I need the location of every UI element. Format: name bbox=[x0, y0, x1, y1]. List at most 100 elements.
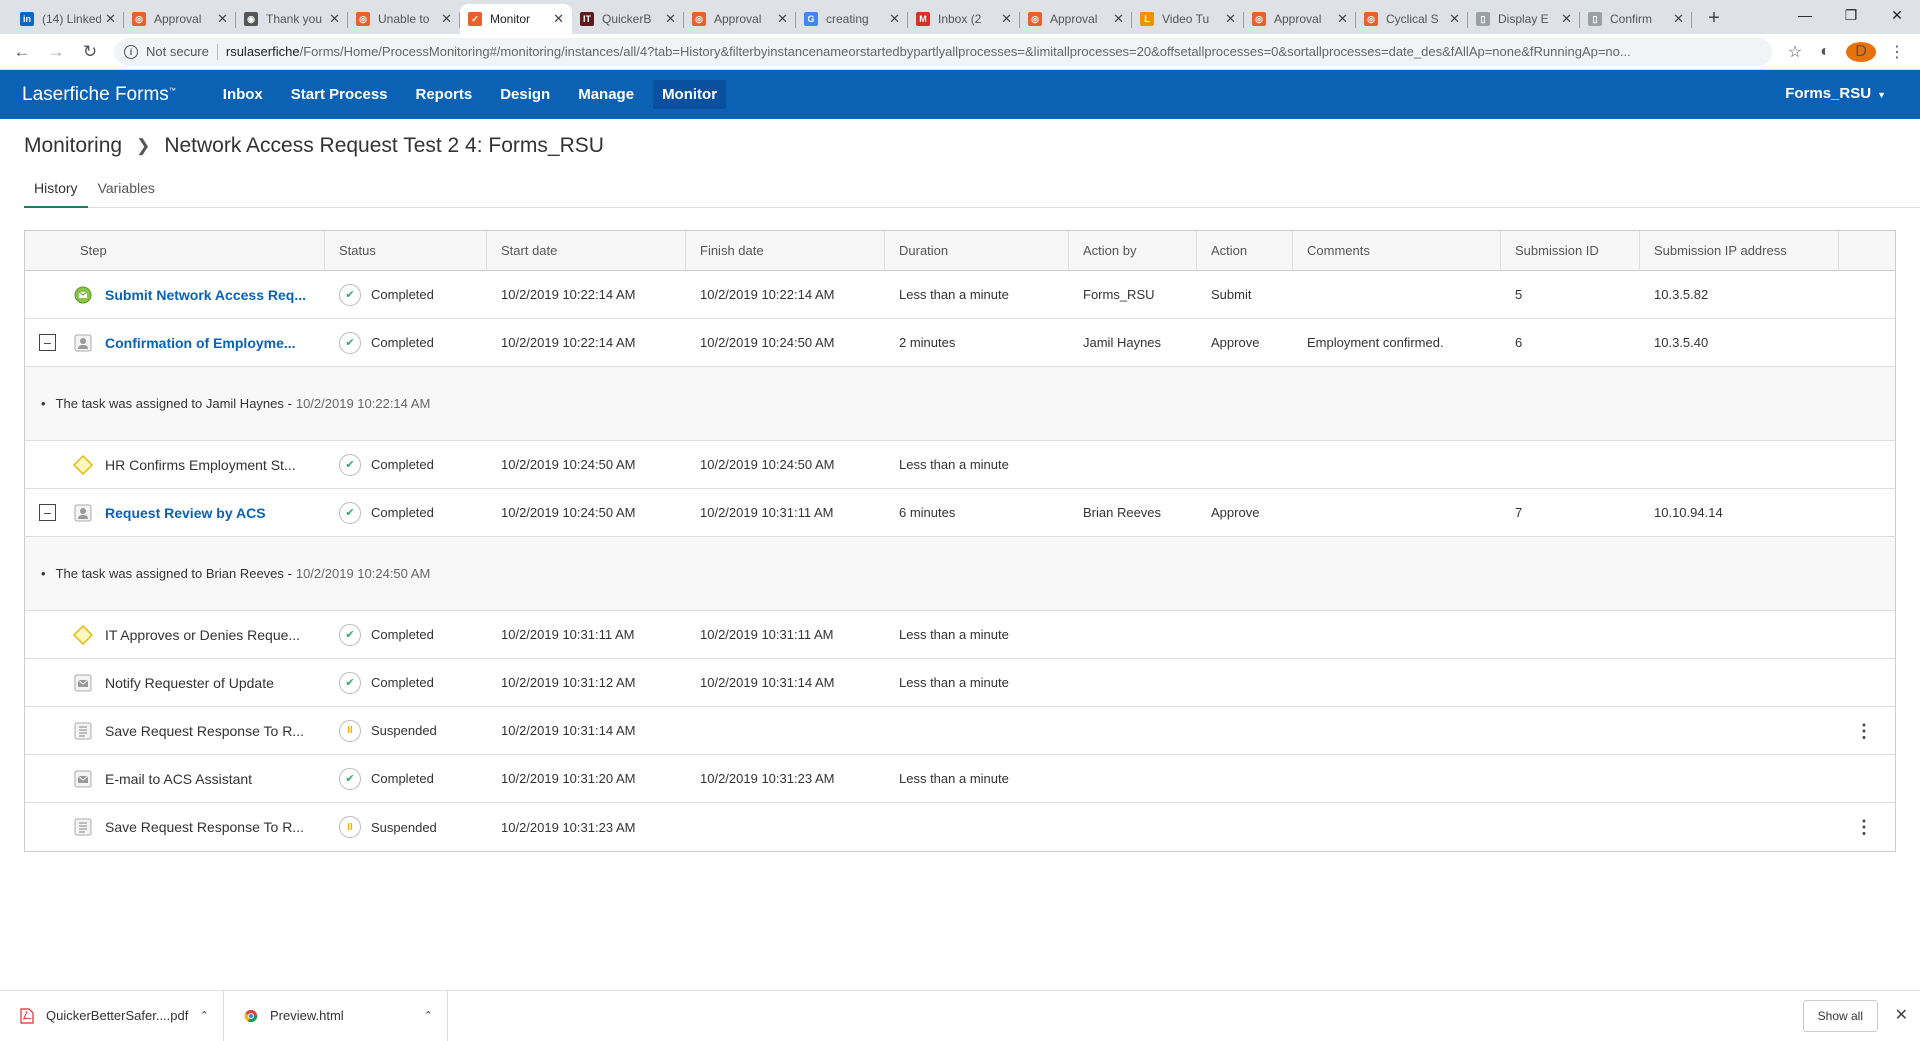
forward-icon[interactable]: → bbox=[42, 38, 70, 66]
extension-icon[interactable]: ◐ bbox=[1810, 43, 1840, 61]
column-header[interactable]: Submission ID bbox=[1501, 230, 1640, 271]
table-row[interactable]: − Request Review by ACS ✔ Completed 10/2/201… bbox=[25, 489, 1895, 537]
browser-tab[interactable]: in (14) LinkedIn✕ bbox=[12, 4, 124, 34]
browser-tab[interactable]: M Inbox (2 ✕ bbox=[908, 4, 1020, 34]
close-downloads-icon[interactable]: ✕ bbox=[1895, 1005, 1908, 1025]
brand-logo[interactable]: Laserfiche Forms™ bbox=[22, 84, 176, 106]
submission-id: 7 bbox=[1515, 505, 1523, 520]
nav-item-start-process[interactable]: Start Process bbox=[282, 80, 397, 109]
tab-close-icon[interactable]: ✕ bbox=[553, 11, 564, 27]
breadcrumb-monitoring[interactable]: Monitoring bbox=[24, 134, 122, 158]
table-row[interactable]: HR Confirms Employment St... ✔ Completed 10… bbox=[25, 441, 1895, 489]
browser-tab[interactable]: Gcreating ✕ bbox=[796, 4, 908, 34]
tab-close-icon[interactable]: ✕ bbox=[1337, 11, 1348, 27]
restore-icon[interactable]: ❐ bbox=[1828, 0, 1874, 30]
column-header[interactable]: Action bbox=[1197, 230, 1293, 271]
nav-item-design[interactable]: Design bbox=[491, 80, 559, 109]
column-header[interactable]: Comments bbox=[1293, 230, 1501, 271]
tab-close-icon[interactable]: ✕ bbox=[777, 11, 788, 27]
step-cell: Notify Requester of Update bbox=[25, 673, 325, 693]
status-cell: ✔ Completed bbox=[325, 453, 487, 476]
close-window-icon[interactable]: ✕ bbox=[1874, 0, 1920, 30]
tab-close-icon[interactable]: ✕ bbox=[1113, 11, 1124, 27]
minimize-icon[interactable]: — bbox=[1782, 0, 1828, 30]
table-row[interactable]: IT Approves or Denies Reque... ✔ Completed… bbox=[25, 611, 1895, 659]
tab-close-icon[interactable]: ✕ bbox=[329, 11, 340, 27]
column-header[interactable]: Duration bbox=[885, 230, 1069, 271]
tab-close-icon[interactable]: ✕ bbox=[1449, 11, 1460, 27]
browser-tab[interactable]: L Video Tu ✕ bbox=[1132, 4, 1244, 34]
collapse-icon[interactable]: − bbox=[39, 334, 56, 351]
column-header[interactable]: Status bbox=[325, 230, 487, 271]
browser-tab[interactable]: ◎ Approval ✕ bbox=[124, 4, 236, 34]
tab-close-icon[interactable]: ✕ bbox=[889, 11, 900, 27]
instance-tabs: History Variables bbox=[24, 180, 1920, 208]
tab-close-icon[interactable]: ✕ bbox=[1561, 11, 1572, 27]
browser-tab-strip: in(14) LinkedIn✕◎Approval✕◉Thank you✕◎Un… bbox=[0, 0, 1920, 34]
tab-close-icon[interactable]: ✕ bbox=[1673, 11, 1684, 27]
browser-tab[interactable]: ◉ Thank you ✕ bbox=[236, 4, 348, 34]
tab-close-icon[interactable]: ✕ bbox=[217, 11, 228, 27]
nav-item-reports[interactable]: Reports bbox=[407, 80, 482, 109]
row-actions: ⋮ bbox=[1839, 722, 1895, 740]
nav-item-monitor[interactable]: Monitor bbox=[653, 80, 727, 109]
tab-close-icon[interactable]: ✕ bbox=[441, 11, 452, 27]
submission-id: 6 bbox=[1515, 335, 1523, 350]
column-header[interactable]: Step bbox=[25, 230, 325, 271]
profile-avatar[interactable]: D bbox=[1846, 41, 1876, 62]
tab-close-icon[interactable]: ✕ bbox=[665, 11, 676, 27]
column-header[interactable]: Action by bbox=[1069, 230, 1197, 271]
tab-favicon-icon: ◎ bbox=[1364, 12, 1378, 26]
table-row[interactable]: − Confirmation of Employme... ✔ Completed 10… bbox=[25, 319, 1895, 367]
tab-favicon-icon: ◎ bbox=[132, 12, 146, 26]
table-row[interactable]: E-mail to ACS Assistant ✔ Completed 10/2/20… bbox=[25, 755, 1895, 803]
bookmark-star-icon[interactable]: ☆ bbox=[1780, 42, 1810, 62]
show-all-button[interactable]: Show all bbox=[1802, 1000, 1878, 1032]
browser-tab[interactable]: ◎ Approval ✕ bbox=[1244, 4, 1356, 34]
tab-history[interactable]: History bbox=[24, 180, 88, 208]
column-header[interactable]: Finish date bbox=[686, 230, 885, 271]
browser-tab[interactable]: IT QuickerB ✕ bbox=[572, 4, 684, 34]
back-icon[interactable]: ← bbox=[8, 38, 36, 66]
submission-ip: 10.10.94.14 bbox=[1654, 505, 1723, 520]
table-row[interactable]: Save Request Response To R... II Suspended… bbox=[25, 803, 1895, 851]
step-name[interactable]: Request Review by ACS bbox=[105, 505, 266, 521]
chrome-menu-icon[interactable]: ⋮ bbox=[1882, 42, 1912, 62]
chevron-up-icon[interactable]: ⌃ bbox=[424, 1009, 433, 1022]
address-bar[interactable]: i Not secure rsulaserfiche /Forms/Home/P… bbox=[114, 37, 1772, 66]
browser-tab[interactable]: ▯ Confirm ✕ bbox=[1580, 4, 1692, 34]
browser-tab[interactable]: ◎ Approval ✕ bbox=[1020, 4, 1132, 34]
table-row[interactable]: Save Request Response To R... II Suspended… bbox=[25, 707, 1895, 755]
column-header[interactable]: Start date bbox=[487, 230, 686, 271]
browser-tab[interactable]: ◎ Cyclical S ✕ bbox=[1356, 4, 1468, 34]
browser-tab[interactable]: ▯ Display E ✕ bbox=[1468, 4, 1580, 34]
status-text: Completed bbox=[371, 457, 434, 472]
step-name[interactable]: Confirmation of Employme... bbox=[105, 335, 296, 351]
user-menu[interactable]: Forms_RSU ▼ bbox=[1785, 85, 1886, 102]
more-options-icon[interactable]: ⋮ bbox=[1855, 722, 1873, 740]
tab-close-icon[interactable]: ✕ bbox=[1225, 11, 1236, 27]
column-header[interactable]: Submission IP address bbox=[1640, 230, 1839, 271]
table-row[interactable]: Notify Requester of Update ✔ Completed 10/2… bbox=[25, 659, 1895, 707]
download-item-pdf[interactable]: QuickerBetterSafer....pdf ⌃ bbox=[0, 990, 224, 1041]
collapse-icon[interactable]: − bbox=[39, 504, 56, 521]
tab-title: creating bbox=[826, 12, 869, 26]
tab-close-icon[interactable]: ✕ bbox=[105, 11, 116, 27]
browser-tab[interactable]: ✓ Monitor ✕ bbox=[460, 4, 572, 34]
tab-variables[interactable]: Variables bbox=[88, 180, 165, 208]
tab-close-icon[interactable]: ✕ bbox=[1001, 11, 1012, 27]
table-row[interactable]: Submit Network Access Req... ✔ Completed 10… bbox=[25, 271, 1895, 319]
step-name[interactable]: Submit Network Access Req... bbox=[105, 287, 306, 303]
nav-item-inbox[interactable]: Inbox bbox=[214, 80, 272, 109]
status-text: Completed bbox=[371, 771, 434, 786]
submission-id: 5 bbox=[1515, 287, 1523, 302]
browser-tab[interactable]: ◎ Unable to ✕ bbox=[348, 4, 460, 34]
download-item-html[interactable]: Preview.html ⌃ bbox=[224, 990, 448, 1041]
nav-item-manage[interactable]: Manage bbox=[569, 80, 643, 109]
browser-tab[interactable]: ◎ Approval ✕ bbox=[684, 4, 796, 34]
chevron-up-icon[interactable]: ⌃ bbox=[200, 1009, 209, 1022]
more-options-icon[interactable]: ⋮ bbox=[1855, 818, 1873, 836]
new-tab-icon[interactable]: + bbox=[1702, 7, 1726, 30]
reload-icon[interactable]: ↻ bbox=[76, 38, 104, 66]
info-icon[interactable]: i bbox=[124, 44, 138, 59]
